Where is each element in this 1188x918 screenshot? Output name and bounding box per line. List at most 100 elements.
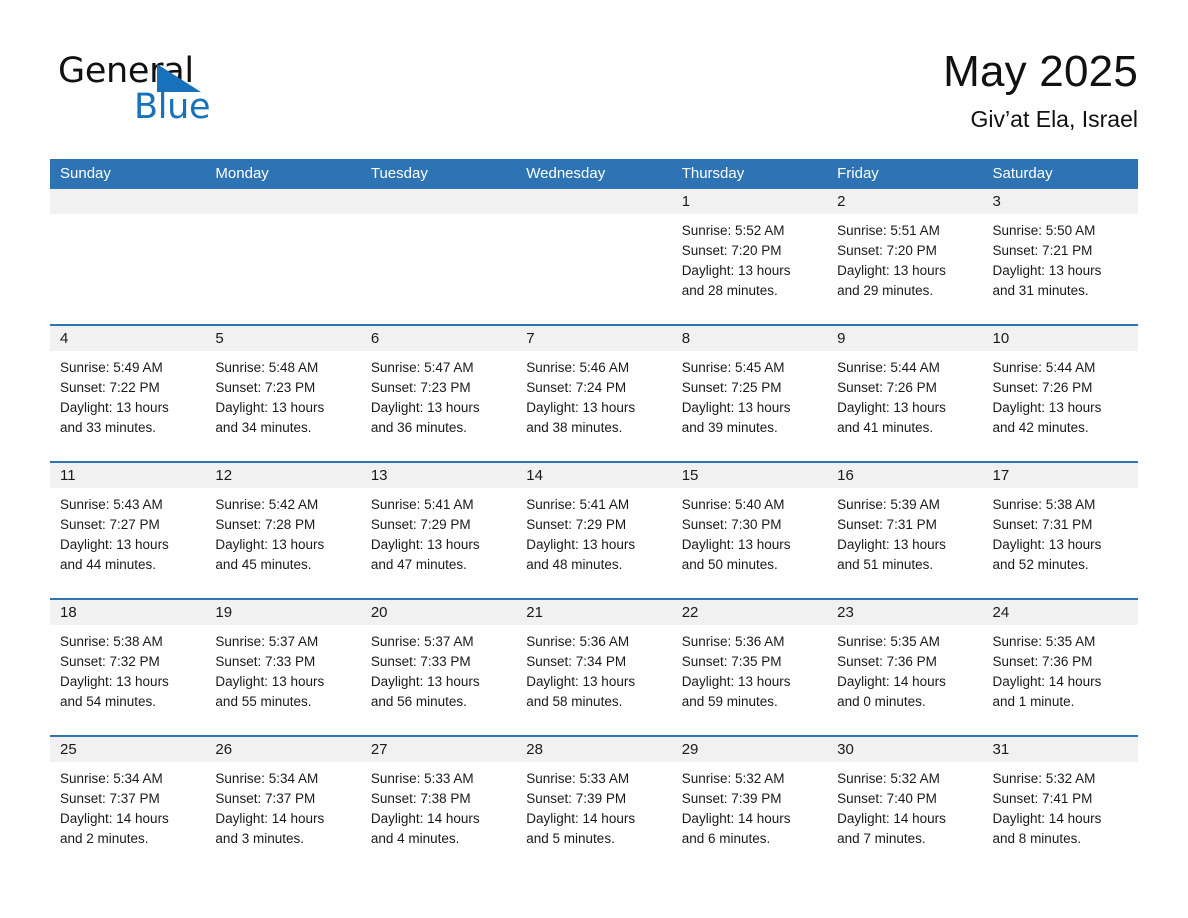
daylight-text: Daylight: 14 hours	[837, 811, 946, 826]
calendar-day-cell[interactable]: 25 Sunrise: 5:34 AM Sunset: 7:37 PM Dayligh…	[50, 737, 205, 859]
calendar-day-cell[interactable]: 21 Sunrise: 5:36 AM Sunset: 7:34 PM Dayligh…	[516, 600, 671, 735]
sunrise-text: Sunrise: 5:33 AM	[370, 771, 474, 786]
sunset-text: Sunset: 7:21 PM	[992, 243, 1093, 258]
calendar-day-cell[interactable]: 9 Sunrise: 5:44 AM Sunset: 7:26 PM Daylight…	[827, 326, 982, 461]
calendar-day-cell[interactable]: 10 Sunrise: 5:44 AM Sunset: 7:26 PM Dayligh…	[983, 326, 1138, 461]
day-number: 3	[992, 193, 1001, 210]
sunset-text: Sunset: 7:20 PM	[837, 243, 937, 258]
calendar-day-cell[interactable]: 4 Sunrise: 5:49 AM Sunset: 7:22 PM Daylight…	[50, 326, 205, 461]
calendar-day-cell[interactable]: 5 Sunrise: 5:48 AM Sunset: 7:23 PM Daylight…	[205, 326, 360, 461]
day-details: Sunrise: 5:34 AM Sunset: 7:37 PM Daylight:…	[215, 769, 350, 849]
sunrise-text: Sunrise: 5:32 AM	[681, 771, 785, 786]
day-details: Sunrise: 5:40 AM Sunset: 7:30 PM Daylight:…	[682, 495, 817, 575]
day-number: 13	[370, 467, 388, 484]
day-details: Sunrise: 5:44 AM Sunset: 7:26 PM Daylight:…	[837, 358, 972, 438]
calendar-day-cell[interactable]: 11 Sunrise: 5:43 AM Sunset: 7:27 PM Dayligh…	[50, 463, 205, 598]
calendar-day-cell[interactable]: 15 Sunrise: 5:40 AM Sunset: 7:30 PM Dayligh…	[672, 463, 827, 598]
daylight-text-cont: and 31 minutes.	[992, 283, 1089, 298]
calendar-day-cell[interactable]: 29 Sunrise: 5:32 AM Sunset: 7:39 PM Dayligh…	[672, 737, 827, 859]
daylight-text-cont: and 47 minutes.	[370, 557, 467, 572]
daylight-text: Daylight: 13 hours	[60, 400, 169, 415]
daylight-text-cont: and 39 minutes.	[681, 420, 778, 435]
calendar-day-cell[interactable]: 7 Sunrise: 5:46 AM Sunset: 7:24 PM Daylight…	[516, 326, 671, 461]
calendar-day-cell[interactable]: 31 Sunrise: 5:32 AM Sunset: 7:41 PM Dayligh…	[983, 737, 1138, 859]
calendar-day-cell[interactable]: 1 Sunrise: 5:52 AM Sunset: 7:20 PM Daylight…	[672, 189, 827, 324]
day-details: Sunrise: 5:47 AM Sunset: 7:23 PM Daylight:…	[371, 358, 506, 438]
sunset-text: Sunset: 7:35 PM	[681, 654, 782, 669]
calendar-day-cell[interactable]: 3 Sunrise: 5:50 AM Sunset: 7:21 PM Daylight…	[983, 189, 1138, 324]
daylight-text-cont: and 45 minutes.	[215, 557, 312, 572]
sunset-text: Sunset: 7:20 PM	[681, 243, 782, 258]
calendar-day-cell[interactable]: 28 Sunrise: 5:33 AM Sunset: 7:39 PM Dayligh…	[516, 737, 671, 859]
day-details: Sunrise: 5:35 AM Sunset: 7:36 PM Daylight:…	[993, 632, 1128, 712]
daylight-text-cont: and 36 minutes.	[370, 420, 467, 435]
calendar-day-cell[interactable]: 2 Sunrise: 5:51 AM Sunset: 7:20 PM Daylight…	[827, 189, 982, 324]
daylight-text-cont: and 44 minutes.	[60, 557, 157, 572]
daylight-text: Daylight: 13 hours	[837, 537, 946, 552]
sunset-text: Sunset: 7:31 PM	[992, 517, 1093, 532]
calendar-week-row: 1 Sunrise: 5:52 AM Sunset: 7:20 PM Daylight…	[50, 189, 1138, 324]
calendar-day-cell[interactable]: 8 Sunrise: 5:45 AM Sunset: 7:25 PM Daylight…	[672, 326, 827, 461]
calendar-day-cell[interactable]: 30 Sunrise: 5:32 AM Sunset: 7:40 PM Dayligh…	[827, 737, 982, 859]
calendar-day-cell[interactable]: 20 Sunrise: 5:37 AM Sunset: 7:33 PM Dayligh…	[361, 600, 516, 735]
calendar-day-cell[interactable]: 26 Sunrise: 5:34 AM Sunset: 7:37 PM Dayligh…	[205, 737, 360, 859]
calendar-day-cell[interactable]: 12 Sunrise: 5:42 AM Sunset: 7:28 PM Dayligh…	[205, 463, 360, 598]
sunset-text: Sunset: 7:26 PM	[992, 380, 1093, 395]
daylight-text: Daylight: 13 hours	[837, 400, 946, 415]
sunrise-text: Sunrise: 5:41 AM	[370, 497, 474, 512]
sunset-text: Sunset: 7:24 PM	[526, 380, 627, 395]
calendar-day-cell[interactable]: 13 Sunrise: 5:41 AM Sunset: 7:29 PM Dayligh…	[361, 463, 516, 598]
calendar-day-cell[interactable]: 6 Sunrise: 5:47 AM Sunset: 7:23 PM Daylight…	[361, 326, 516, 461]
daylight-text: Daylight: 13 hours	[992, 263, 1102, 278]
weekday-header-saturday: Saturday	[992, 165, 1053, 182]
sunrise-text: Sunrise: 5:41 AM	[526, 497, 630, 512]
day-number: 12	[215, 467, 233, 484]
daylight-text-cont: and 58 minutes.	[526, 694, 623, 709]
calendar-day-cell[interactable]: 18 Sunrise: 5:38 AM Sunset: 7:32 PM Dayligh…	[50, 600, 205, 735]
daylight-text: Daylight: 14 hours	[992, 674, 1102, 689]
day-number: 21	[526, 604, 543, 621]
day-details: Sunrise: 5:41 AM Sunset: 7:29 PM Daylight:…	[526, 495, 661, 575]
sunset-text: Sunset: 7:29 PM	[526, 517, 627, 532]
calendar-day-cell[interactable]: 14 Sunrise: 5:41 AM Sunset: 7:29 PM Dayligh…	[516, 463, 671, 598]
daylight-text-cont: and 38 minutes.	[526, 420, 623, 435]
calendar-week-row: 18 Sunrise: 5:38 AM Sunset: 7:32 PM Dayligh…	[50, 598, 1138, 735]
calendar-day-cell[interactable]: 27 Sunrise: 5:33 AM Sunset: 7:38 PM Dayligh…	[361, 737, 516, 859]
sunrise-text: Sunrise: 5:51 AM	[837, 223, 940, 238]
day-details: Sunrise: 5:32 AM Sunset: 7:41 PM Daylight:…	[993, 769, 1128, 849]
calendar-day-cell[interactable]: 19 Sunrise: 5:37 AM Sunset: 7:33 PM Dayligh…	[205, 600, 360, 735]
sunrise-text: Sunrise: 5:38 AM	[992, 497, 1096, 512]
daylight-text: Daylight: 13 hours	[992, 400, 1102, 415]
calendar-day-cell[interactable]: 24 Sunrise: 5:35 AM Sunset: 7:36 PM Dayligh…	[983, 600, 1138, 735]
day-details: Sunrise: 5:37 AM Sunset: 7:33 PM Daylight:…	[215, 632, 350, 712]
daylight-text: Daylight: 13 hours	[215, 537, 325, 552]
calendar-empty-cell	[516, 189, 671, 324]
daylight-text-cont: and 41 minutes.	[837, 420, 934, 435]
weekday-header-friday: Friday	[837, 165, 879, 182]
day-number	[60, 189, 195, 214]
sunrise-text: Sunrise: 5:45 AM	[681, 360, 785, 375]
calendar-day-cell[interactable]: 16 Sunrise: 5:39 AM Sunset: 7:31 PM Dayligh…	[827, 463, 982, 598]
daylight-text-cont: and 8 minutes.	[992, 831, 1082, 846]
day-details: Sunrise: 5:33 AM Sunset: 7:39 PM Daylight:…	[526, 769, 661, 849]
day-number	[526, 189, 661, 214]
calendar-day-cell[interactable]: 22 Sunrise: 5:36 AM Sunset: 7:35 PM Dayligh…	[672, 600, 827, 735]
day-number: 28	[526, 741, 543, 758]
calendar-day-cell[interactable]: 23 Sunrise: 5:35 AM Sunset: 7:36 PM Dayligh…	[827, 600, 982, 735]
day-number: 27	[370, 741, 388, 758]
daylight-text: Daylight: 13 hours	[526, 537, 636, 552]
sunrise-text: Sunrise: 5:38 AM	[60, 634, 163, 649]
daylight-text: Daylight: 13 hours	[60, 537, 169, 552]
daylight-text: Daylight: 13 hours	[370, 674, 480, 689]
day-details: Sunrise: 5:50 AM Sunset: 7:21 PM Daylight:…	[993, 221, 1128, 301]
day-details: Sunrise: 5:33 AM Sunset: 7:38 PM Daylight:…	[371, 769, 506, 849]
day-details: Sunrise: 5:32 AM Sunset: 7:39 PM Daylight:…	[682, 769, 817, 849]
general-blue-logo[interactable]: General Blue	[58, 50, 318, 142]
calendar-empty-cell	[50, 189, 205, 324]
sunrise-text: Sunrise: 5:50 AM	[992, 223, 1096, 238]
daylight-text-cont: and 55 minutes.	[215, 694, 312, 709]
calendar-day-cell[interactable]: 17 Sunrise: 5:38 AM Sunset: 7:31 PM Dayligh…	[983, 463, 1138, 598]
day-details: Sunrise: 5:39 AM Sunset: 7:31 PM Daylight:…	[837, 495, 972, 575]
day-details: Sunrise: 5:38 AM Sunset: 7:32 PM Daylight:…	[60, 632, 195, 712]
sunrise-text: Sunrise: 5:34 AM	[215, 771, 319, 786]
